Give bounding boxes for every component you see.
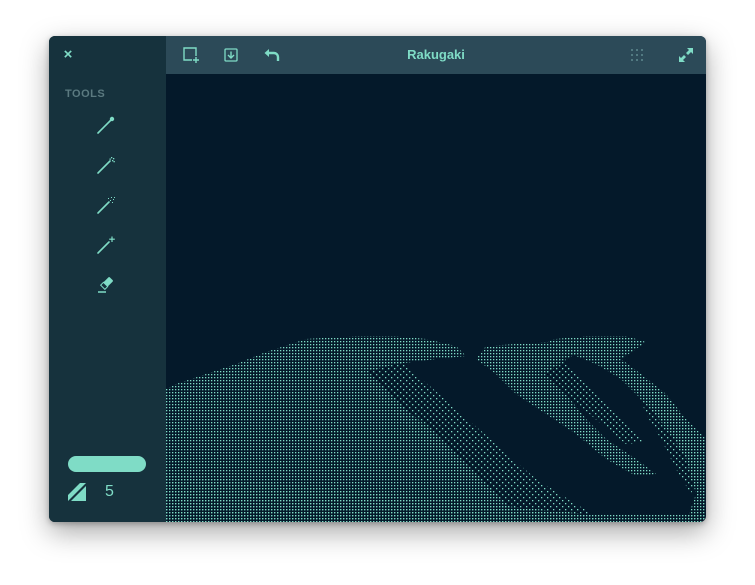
eraser-icon xyxy=(98,277,113,293)
app-title: Rakugaki xyxy=(407,47,465,62)
sidebar: × TOOLS 5 xyxy=(49,36,166,522)
tools-heading: TOOLS xyxy=(65,88,106,100)
spray-tool[interactable] xyxy=(94,193,118,217)
brush-size-icon[interactable] xyxy=(67,482,87,502)
spray-brush-icon xyxy=(97,197,115,214)
pen-tool[interactable] xyxy=(94,113,118,137)
star-brush-icon xyxy=(97,236,115,254)
pen-icon xyxy=(97,116,115,134)
close-button[interactable]: × xyxy=(59,45,77,63)
app-window: × TOOLS 5 Rakugaki xyxy=(49,36,706,522)
sparkle-brush-tool[interactable] xyxy=(94,153,118,177)
star-brush-tool[interactable] xyxy=(94,233,118,257)
canvas-drawing xyxy=(166,336,706,522)
header-bar: Rakugaki xyxy=(166,36,706,74)
grid-toggle-button[interactable] xyxy=(627,45,647,65)
drawing-canvas[interactable] xyxy=(166,74,706,522)
color-swatch[interactable] xyxy=(68,456,146,472)
dotted-stroke-right-sparse xyxy=(631,374,701,494)
brush-size-value: 5 xyxy=(105,483,114,500)
sparkle-brush-icon xyxy=(97,157,115,174)
fullscreen-icon xyxy=(679,48,693,62)
grid-dots-icon xyxy=(631,49,643,61)
fullscreen-button[interactable] xyxy=(676,45,696,65)
eraser-tool[interactable] xyxy=(94,272,118,296)
